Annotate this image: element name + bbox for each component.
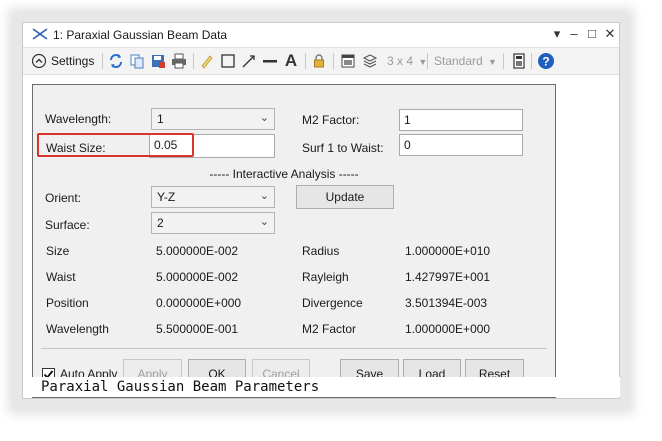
chevron-down-icon: ⌄ — [259, 112, 269, 124]
help-icon[interactable]: ? — [537, 52, 555, 70]
wavelength-select[interactable]: 1 ⌄ — [151, 108, 275, 130]
highlight-box — [37, 133, 194, 157]
surf-to-waist-field[interactable]: 0 — [399, 134, 523, 156]
window-title: 1: Paraxial Gaussian Beam Data — [53, 28, 228, 42]
toolbar-separator — [102, 53, 103, 69]
m2-factor-field[interactable]: 1 — [399, 109, 523, 131]
pencil-icon[interactable] — [198, 52, 216, 70]
surf-to-waist-value: 0 — [404, 138, 411, 152]
toolbar-separator — [305, 53, 306, 69]
result-label: M2 Factor — [302, 322, 357, 336]
settings-panel: Wavelength: 1 ⌄ M2 Factor: 1 Waist Size:… — [32, 84, 556, 398]
line-icon[interactable] — [261, 52, 279, 70]
result-label: Rayleigh — [302, 270, 349, 284]
result-value: 5.500000E-001 — [156, 322, 239, 336]
output-area[interactable]: Paraxial Gaussian Beam Parameters — [30, 377, 620, 397]
layers-icon[interactable] — [361, 52, 379, 70]
minimize-button[interactable]: – — [566, 26, 582, 42]
toolbar-separator — [427, 53, 428, 69]
result-value: 5.000000E-002 — [156, 244, 239, 258]
settings-label: Settings — [51, 54, 95, 68]
result-value: 5.000000E-002 — [156, 270, 239, 284]
result-label: Waist — [46, 270, 76, 284]
layout-label: 3 x 4 — [387, 54, 414, 68]
toolbar-separator — [193, 53, 194, 69]
orient-select[interactable]: Y-Z ⌄ — [151, 186, 275, 208]
chevron-down-icon: ⌄ — [259, 216, 269, 228]
copy-icon[interactable] — [128, 52, 146, 70]
title-bar[interactable]: 1: Paraxial Gaussian Beam Data ▾ – □ ✕ — [23, 23, 619, 47]
result-label: Size — [46, 244, 70, 258]
toolbar-separator — [333, 53, 334, 69]
result-label: Radius — [302, 244, 340, 258]
surface-value: 2 — [157, 216, 164, 230]
app-icon — [32, 27, 48, 44]
print-icon[interactable] — [170, 52, 188, 70]
chevron-down-icon: ▼ — [418, 57, 428, 67]
analysis-window: 1: Paraxial Gaussian Beam Data ▾ – □ ✕ S… — [22, 22, 620, 399]
close-button[interactable]: ✕ — [602, 26, 618, 42]
orient-value: Y-Z — [157, 190, 176, 204]
rectangle-icon[interactable] — [219, 52, 237, 70]
divider — [41, 348, 547, 349]
style-label: Standard — [434, 54, 483, 68]
lock-icon[interactable] — [310, 52, 328, 70]
result-value: 1.000000E+010 — [405, 244, 491, 258]
orient-label: Orient: — [45, 191, 82, 205]
result-value: 1.427997E+001 — [405, 270, 491, 284]
maximize-button[interactable]: □ — [584, 26, 600, 42]
m2-factor-label: M2 Factor: — [302, 113, 360, 127]
settings-button[interactable]: Settings — [31, 52, 94, 70]
text-icon[interactable]: A — [282, 51, 300, 70]
chevron-down-icon: ▼ — [488, 57, 497, 67]
calculator-icon[interactable] — [510, 52, 528, 70]
update-button[interactable]: Update — [296, 185, 394, 209]
toolbar-separator — [531, 53, 532, 69]
m2-factor-value: 1 — [404, 113, 411, 127]
svg-text:?: ? — [542, 55, 549, 69]
result-value: 1.000000E+000 — [405, 322, 491, 336]
result-value: 0.000000E+000 — [156, 296, 242, 310]
output-text: Paraxial Gaussian Beam Parameters — [41, 379, 320, 395]
section-title: ----- Interactive Analysis ----- — [209, 167, 359, 181]
result-label: Position — [46, 296, 89, 310]
result-label: Wavelength — [46, 322, 109, 336]
style-dropdown[interactable]: Standard ▼ — [434, 54, 497, 68]
wavelength-label: Wavelength: — [45, 112, 112, 126]
surf-to-waist-label: Surf 1 to Waist: — [302, 141, 384, 155]
result-value: 3.501394E-003 — [405, 296, 488, 310]
window-menu-button[interactable]: ▾ — [549, 26, 565, 42]
layout-dropdown[interactable]: 3 x 4 ▼ — [387, 54, 427, 68]
save-image-icon[interactable] — [149, 52, 167, 70]
surface-select[interactable]: 2 ⌄ — [151, 212, 275, 234]
result-label: Divergence — [302, 296, 363, 310]
output-edge — [534, 399, 619, 400]
arrow-line-icon[interactable] — [240, 52, 258, 70]
chevron-down-icon: ⌄ — [259, 190, 269, 202]
surface-label: Surface: — [45, 218, 90, 232]
window-layout-icon[interactable] — [339, 52, 357, 70]
toolbar: Settings A 3 x 4 ▼ Standard ▼ ? — [23, 47, 619, 75]
toolbar-separator — [503, 53, 504, 69]
refresh-icon[interactable] — [107, 52, 125, 70]
wavelength-value: 1 — [157, 112, 164, 126]
chevron-up-circle-icon — [31, 53, 47, 69]
